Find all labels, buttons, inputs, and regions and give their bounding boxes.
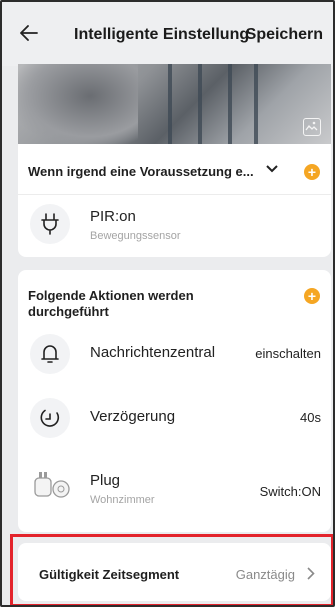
action-item-subtitle: Wohnzimmer [90,494,155,506]
action-item-title: Verzögerung [90,408,176,425]
condition-card: Wenn irgend eine Voraussetzung e... + PI… [18,144,331,257]
header-bar: Intelligente Einstellung Speichern [2,2,333,66]
actions-heading: Folgende Aktionen werden durchgeführt [28,288,194,319]
scene-cover-image [18,64,331,144]
smart-plug-icon [32,468,72,504]
condition-item-subtitle: Bewegungssensor [90,230,181,242]
action-item-title: Nachrichtenzentral [90,344,216,361]
page-title: Intelligente Einstellung [74,26,250,43]
change-image-icon[interactable] [303,118,321,136]
action-item-value: Switch:ON [259,484,321,499]
action-item-value: einschalten [255,346,321,361]
chevron-down-icon[interactable] [266,164,278,174]
highlight-box [10,534,333,605]
add-condition-button[interactable]: + [304,164,320,180]
plug-icon [30,204,70,244]
condition-heading[interactable]: Wenn irgend eine Voraussetzung e... [28,164,254,179]
condition-item-title: PIR:on [90,208,136,225]
clock-icon [30,398,70,438]
action-item-title: Plug [90,472,121,489]
add-action-button[interactable]: + [304,288,320,304]
back-button[interactable] [16,20,42,46]
actions-card: Folgende Aktionen werden durchgeführt + … [18,270,331,532]
action-item-value: 40s [300,410,321,425]
screen: Intelligente Einstellung Speichern Wenn … [0,0,335,607]
save-button[interactable]: Speichern [246,26,323,44]
arrow-left-icon [20,25,38,41]
bell-icon [30,334,70,374]
